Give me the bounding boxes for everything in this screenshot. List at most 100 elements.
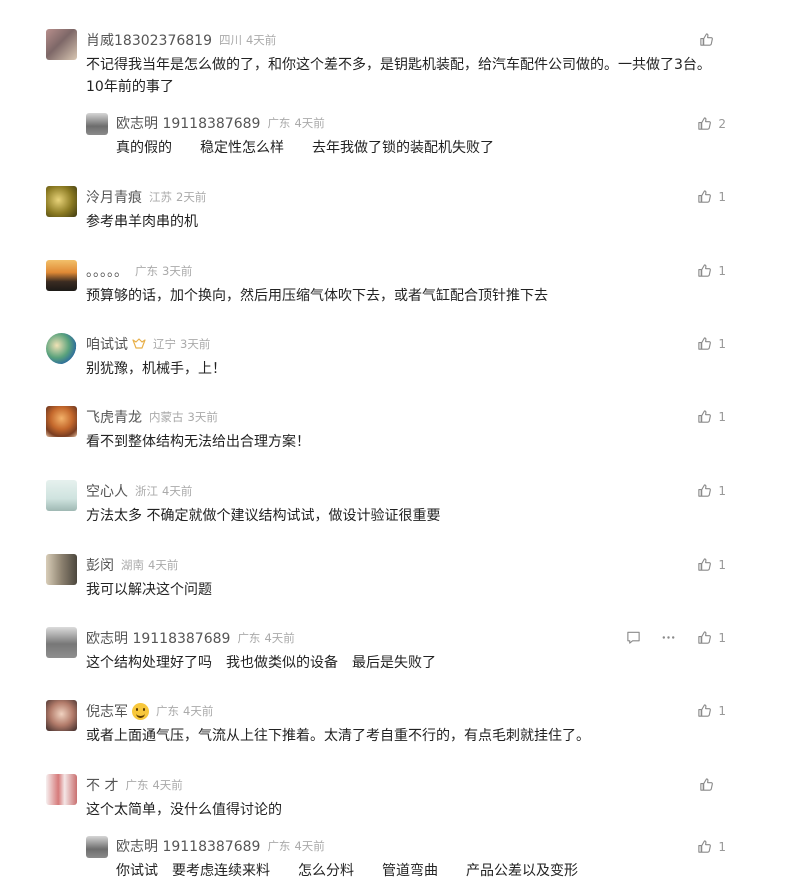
like-button[interactable] <box>699 32 726 47</box>
comment-item: 。。。。。 广东 3天前 预算够的话，加个换向，然后用压缩气体吹下去，或者气缸配… <box>46 260 726 310</box>
avatar[interactable] <box>46 554 77 585</box>
avatar[interactable] <box>46 627 77 658</box>
like-count: 1 <box>718 336 726 351</box>
avatar[interactable] <box>46 260 77 291</box>
user-name[interactable]: 不 才 <box>86 775 118 795</box>
like-button[interactable]: 1 <box>697 409 726 424</box>
comment-item: 泠月青痕 江苏 2天前 参考串羊肉串的机 1 <box>46 186 726 236</box>
comment-text: 参考串羊肉串的机 <box>86 214 198 230</box>
like-count: 1 <box>718 189 726 204</box>
comment-time: 3天前 <box>162 264 193 278</box>
comment-text: 或者上面通气压，气流从上往下推着。太清了考自重不行的，有点毛刺就挂住了。 <box>86 728 590 744</box>
comment-time: 2天前 <box>176 190 207 204</box>
like-count: 1 <box>718 557 726 572</box>
avatar[interactable] <box>46 29 77 60</box>
comment-item: 肖威18302376819 四川 4天前 不记得我当年是怎么做的了，和你这个差不… <box>46 29 726 99</box>
avatar[interactable] <box>46 333 77 364</box>
comment-header: 欧志明 19118387689 广东 4天前 <box>116 836 325 856</box>
user-region: 广东 <box>156 704 179 718</box>
comment-text: 预算够的话，加个换向，然后用压缩气体吹下去，或者气缸配合顶针推下去 <box>86 288 548 304</box>
comment-text: 你试试 要考虑连续来料 怎么分料 管道弯曲 产品公差以及变形 <box>116 863 578 879</box>
like-button[interactable]: 1 <box>697 336 726 351</box>
user-name[interactable]: 倪志军 <box>86 701 128 721</box>
comment-item: 欧志明 19118387689 广东 4天前 这个结构处理好了吗 我也做类似的设… <box>46 627 726 677</box>
like-button[interactable]: 1 <box>697 189 726 204</box>
like-button[interactable]: 1 <box>697 557 726 572</box>
like-count: 1 <box>718 703 726 718</box>
comment-time: 4天前 <box>183 704 214 718</box>
user-region: 辽宁 <box>153 337 176 351</box>
user-name[interactable]: 咱试试 <box>86 334 128 354</box>
comment-header: 欧志明 19118387689 广东 4天前 <box>86 628 295 648</box>
comment-text: 我可以解决这个问题 <box>86 582 212 598</box>
comment-text: 方法太多 不确定就做个建议结构试试，做设计验证很重要 <box>86 508 441 524</box>
like-button[interactable]: 1 <box>697 483 726 498</box>
avatar[interactable] <box>86 836 108 858</box>
user-region: 内蒙古 <box>149 410 184 424</box>
comment-time: 4天前 <box>162 484 193 498</box>
like-count: 1 <box>718 409 726 424</box>
like-button[interactable] <box>699 777 726 792</box>
user-region: 广东 <box>267 116 291 130</box>
comment-header: 不 才 广东 4天前 <box>86 775 183 795</box>
thumbs-up-icon <box>699 777 714 792</box>
user-name[interactable]: 飞虎青龙 <box>86 407 142 427</box>
like-button[interactable]: 1 <box>697 630 726 645</box>
avatar[interactable] <box>86 113 108 135</box>
comment-time: 3天前 <box>180 337 211 351</box>
user-name[interactable]: 肖威18302376819 <box>86 30 212 50</box>
avatar[interactable] <box>46 480 77 511</box>
comment-time: 4天前 <box>294 839 325 853</box>
user-region: 浙江 <box>135 484 158 498</box>
comment-header: 空心人 浙江 4天前 <box>86 481 192 501</box>
comment-time: 4天前 <box>152 778 183 792</box>
thumbs-up-icon <box>697 116 712 131</box>
like-count: 1 <box>718 483 726 498</box>
reply-item: 欧志明 19118387689 广东 4天前 你试试 要考虑连续来料 怎么分料 … <box>86 836 726 886</box>
user-name[interactable]: 欧志明 19118387689 <box>116 836 260 856</box>
comment-header: 彭闵 湖南 4天前 <box>86 555 178 575</box>
thumbs-up-icon <box>697 263 712 278</box>
comment-header: 倪志军 广东 4天前 <box>86 701 213 721</box>
comment-header: 飞虎青龙 内蒙古 3天前 <box>86 407 218 427</box>
comment-header: 泠月青痕 江苏 2天前 <box>86 187 206 207</box>
comment-time: 4天前 <box>245 33 277 47</box>
comment-text: 别犹豫，机械手，上！ <box>86 361 226 377</box>
comment-item: 空心人 浙江 4天前 方法太多 不确定就做个建议结构试试，做设计验证很重要 1 <box>46 480 726 530</box>
thumbs-up-icon <box>697 483 712 498</box>
user-name[interactable]: 泠月青痕 <box>86 187 142 207</box>
comment-item: 不 才 广东 4天前 这个太简单，没什么值得讨论的 <box>46 774 726 824</box>
comment-time: 3天前 <box>187 410 218 424</box>
comment-text: 真的假的 稳定性怎么样 去年我做了锁的装配机失败了 <box>116 140 494 156</box>
avatar[interactable] <box>46 186 77 217</box>
reply-item: 欧志明 19118387689 广东 4天前 真的假的 稳定性怎么样 去年我做了… <box>86 113 726 163</box>
user-name[interactable]: 欧志明 19118387689 <box>116 113 260 133</box>
more-icon[interactable] <box>661 630 676 645</box>
user-name[interactable]: 。。。。。 <box>86 261 128 281</box>
user-name[interactable]: 空心人 <box>86 481 128 501</box>
comment-text: 看不到整体结构无法给出合理方案！ <box>86 434 310 450</box>
like-button[interactable]: 1 <box>697 263 726 278</box>
user-region: 广东 <box>135 264 158 278</box>
comment-text: 这个结构处理好了吗 我也做类似的设备 最后是失败了 <box>86 655 436 671</box>
user-name[interactable]: 彭闵 <box>86 555 114 575</box>
user-region: 广东 <box>125 778 149 792</box>
user-name[interactable]: 欧志明 19118387689 <box>86 628 230 648</box>
comment-item: 咱试试 辽宁 3天前 别犹豫，机械手，上！ 1 <box>46 333 726 383</box>
comment-time: 4天前 <box>264 631 295 645</box>
avatar[interactable] <box>46 774 77 805</box>
avatar[interactable] <box>46 700 77 731</box>
like-button[interactable]: 2 <box>697 116 726 131</box>
comment-item: 倪志军 广东 4天前 或者上面通气压，气流从上往下推着。太清了考自重不行的，有点… <box>46 700 726 750</box>
comment-time: 4天前 <box>148 558 179 572</box>
like-button[interactable]: 1 <box>697 839 726 854</box>
like-count: 1 <box>718 630 726 645</box>
like-count: 2 <box>718 116 726 131</box>
vip-badge-icon <box>132 338 146 350</box>
thumbs-up-icon <box>699 32 714 47</box>
reply-icon[interactable] <box>626 630 641 645</box>
user-region: 广东 <box>237 631 261 645</box>
comment-item: 飞虎青龙 内蒙古 3天前 看不到整体结构无法给出合理方案！ 1 <box>46 406 726 456</box>
avatar[interactable] <box>46 406 77 437</box>
like-button[interactable]: 1 <box>697 703 726 718</box>
